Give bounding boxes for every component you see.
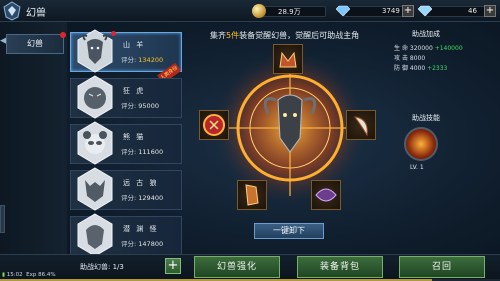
- pet-score: 评分: 95000: [121, 102, 159, 110]
- goat-portrait-icon: [77, 29, 113, 73]
- equip-slot-wing[interactable]: [311, 180, 341, 210]
- pet-name: 熊 猫: [123, 133, 146, 141]
- pet-score: 评分: 111600: [121, 148, 164, 156]
- wifi-icon: ▮: [2, 272, 6, 278]
- diamond-resource: 3749 +: [336, 3, 416, 19]
- pet-name: 远 古 狼: [123, 179, 159, 187]
- pet-score: 评分: 134200: [121, 56, 164, 64]
- stat-hp: 生 命 320000 +140000: [394, 45, 463, 52]
- pet-enhance-button[interactable]: 幻兽强化: [194, 256, 280, 278]
- gold-coin-icon: [252, 4, 266, 18]
- bound-diamond-icon: [418, 5, 432, 17]
- bonus-panel: 助战加成 生 命 320000 +140000 攻 击 8000 防 御 400…: [388, 29, 496, 249]
- fire-skill-icon[interactable]: [404, 127, 438, 161]
- skill-level: LV. 1: [410, 164, 424, 171]
- gold-resource: 28.9万: [252, 3, 332, 19]
- equipment-bag-button[interactable]: 装备背包: [297, 256, 383, 278]
- side-nav: ◀ 幻兽: [0, 22, 67, 281]
- pet-card-goat[interactable]: 山 羊 评分: 134200 人类身份: [70, 29, 182, 84]
- tab-pets-label: 幻兽: [27, 39, 43, 48]
- guild-emblem-icon[interactable]: [2, 1, 22, 21]
- top-bar: 幻兽 28.9万 3749 + 46 +: [0, 0, 500, 22]
- add-assist-button[interactable]: +: [165, 258, 181, 274]
- tiger-portrait-icon: [77, 75, 113, 119]
- pet-score: 评分: 129400: [121, 194, 164, 202]
- equip-slot-leg[interactable]: [237, 180, 267, 210]
- bound-diamond-resource: 46 +: [418, 3, 498, 19]
- diamond-icon: [336, 5, 350, 17]
- pet-name: 狂 虎: [123, 87, 146, 95]
- equip-slot-horn[interactable]: [273, 44, 303, 74]
- wing-plate-icon: [315, 188, 337, 202]
- stat-attack: 攻 击 8000: [394, 55, 426, 62]
- leg-armor-icon: [245, 184, 259, 206]
- recall-button[interactable]: 召回: [399, 256, 485, 278]
- pet-name: 潜 渊 怪: [123, 225, 159, 233]
- skill-title: 助战技能: [412, 114, 440, 122]
- equip-slot-rune[interactable]: [199, 110, 229, 140]
- stat-defense: 防 御 4000 +2333: [394, 65, 448, 72]
- pet-card-abyss-monster[interactable]: 潜 渊 怪 评分: 147800: [70, 213, 182, 257]
- pet-card-ancient-wolf[interactable]: 远 古 狼 评分: 129400: [70, 167, 182, 211]
- notification-dot: [60, 32, 66, 38]
- claw-fang-icon: [353, 116, 368, 137]
- unequip-all-button[interactable]: 一键卸下: [254, 223, 324, 239]
- window-title: 幻兽: [26, 8, 46, 19]
- add-bound-diamond-button[interactable]: +: [484, 5, 496, 17]
- panda-portrait-icon: [77, 121, 113, 165]
- pet-name: 山 羊: [123, 41, 146, 49]
- equip-slot-claw[interactable]: [346, 110, 376, 140]
- add-diamond-button[interactable]: +: [402, 5, 414, 17]
- pet-list: 山 羊 评分: 134200 人类身份 狂 虎 评分: 95000 熊 猫 评分…: [70, 26, 182, 257]
- status-line: ▮ 15:02 Exp 86.4%: [2, 272, 56, 278]
- pet-card-tiger[interactable]: 狂 虎 评分: 95000: [70, 75, 182, 119]
- tab-pets[interactable]: 幻兽: [6, 32, 66, 54]
- side-scrollbar[interactable]: [0, 205, 5, 233]
- pet-score: 评分: 147800: [121, 240, 164, 248]
- bonus-title: 助战加成: [412, 30, 440, 38]
- pet-screen: 幻兽 28.9万 3749 + 46 + ◀ 幻兽 山 羊 评分: 134200…: [0, 0, 500, 281]
- horn-crown-icon: [279, 51, 297, 68]
- abyss-monster-portrait-icon: [77, 213, 113, 257]
- rune-stone-icon: [203, 114, 225, 136]
- assist-count: 助战幻兽: 1/3: [80, 263, 124, 271]
- wolf-portrait-icon: [77, 167, 113, 211]
- pet-card-panda[interactable]: 熊 猫 评分: 111600: [70, 121, 182, 165]
